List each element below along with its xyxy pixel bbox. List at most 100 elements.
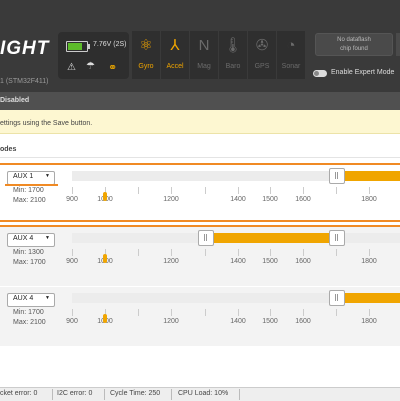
range-row: AUX 1▼Min: 1700Max: 21009001000120014001… xyxy=(0,163,400,222)
sensor-gps: ✇ GPS xyxy=(248,31,276,79)
battery-panel: 7.76V (2S) ⚠ ☂ ⚭ xyxy=(58,32,129,79)
scale-tick xyxy=(303,187,304,194)
scale-tick xyxy=(204,249,206,256)
range-max-handle[interactable] xyxy=(329,230,345,246)
scale-tick xyxy=(303,309,304,316)
range-scale: 900100012001400150016001800 xyxy=(0,187,400,217)
mag-icon: N xyxy=(198,37,210,54)
arming-status-text: Disabled xyxy=(0,97,30,104)
aux-channel-value: AUX 1 xyxy=(13,173,34,180)
sensor-sonar: ◔ Sonar xyxy=(277,31,305,79)
current-channel-marker xyxy=(103,314,107,323)
scale-tick xyxy=(336,249,337,256)
aux-channel-select[interactable]: AUX 4 ▼ xyxy=(7,233,55,247)
save-notice-text: ettings using the Save button. xyxy=(0,120,93,127)
current-channel-marker xyxy=(103,254,107,263)
scale-tick xyxy=(138,249,139,256)
scale-label: 1200 xyxy=(163,196,179,203)
sensor-gyro: ⚛ Gyro xyxy=(132,31,160,79)
scale-label: 1400 xyxy=(230,258,246,265)
scale-label: 1600 xyxy=(295,196,311,203)
scale-tick xyxy=(204,187,206,194)
i2c-error: I2C error: 0 xyxy=(57,390,93,397)
scale-tick xyxy=(303,249,304,256)
current-channel-marker xyxy=(103,192,107,201)
aux-channel-value: AUX 4 xyxy=(13,295,34,302)
packet-error: cket error: 0 xyxy=(0,390,38,397)
scale-label: 1200 xyxy=(163,258,179,265)
range-selection xyxy=(204,233,336,243)
range-min-handle[interactable] xyxy=(197,230,214,246)
range-slider-track[interactable] xyxy=(72,293,400,303)
battery-voltage: 7.76V (2S) xyxy=(93,41,127,48)
range-slider-track[interactable] xyxy=(72,233,400,243)
scale-tick xyxy=(369,187,370,194)
cycle-time: Cycle Time: 250 xyxy=(110,390,161,397)
range-scale: 900100012001400150016001800 xyxy=(0,249,400,279)
scale-tick xyxy=(204,309,206,316)
accel-icon: ⅄ xyxy=(170,37,180,54)
scale-label: 1800 xyxy=(361,318,377,325)
expert-mode-toggle[interactable] xyxy=(313,70,327,77)
scale-tick xyxy=(171,309,172,316)
range-scale: 900100012001400150016001800 xyxy=(0,309,400,339)
sensor-mag: N Mag xyxy=(190,31,218,79)
gyro-icon: ⚛ xyxy=(139,37,153,54)
scale-tick xyxy=(369,249,370,256)
scale-tick xyxy=(171,249,172,256)
sensor-baro: 🌡 Baro xyxy=(219,31,247,79)
scale-label: 1200 xyxy=(163,318,179,325)
scale-tick xyxy=(238,309,239,316)
scale-label: 1800 xyxy=(361,196,377,203)
scale-label: 900 xyxy=(66,196,78,203)
battery-level-fill xyxy=(68,43,83,50)
scale-label: 1400 xyxy=(230,318,246,325)
aux-channel-value: AUX 4 xyxy=(13,235,34,242)
scale-label: 1400 xyxy=(230,196,246,203)
status-footer: cket error: 0 I2C error: 0 Cycle Time: 2… xyxy=(0,387,400,401)
firmware-info: 1 (STM32F411) xyxy=(0,78,49,85)
scale-tick xyxy=(369,309,370,316)
dataflash-status: No dataflash chip found xyxy=(315,33,393,56)
baro-icon: 🌡 xyxy=(223,37,243,54)
scale-tick xyxy=(238,187,239,194)
range-min-handle[interactable] xyxy=(329,168,345,184)
aux-channel-select[interactable]: AUX 1 ▼ xyxy=(7,171,55,185)
scale-tick xyxy=(336,309,337,316)
scale-tick xyxy=(72,249,73,256)
sonar-icon: ◔ xyxy=(286,37,296,54)
scale-label: 1600 xyxy=(295,318,311,325)
link-icon: ⚭ xyxy=(108,62,118,74)
range-selection xyxy=(336,171,400,181)
aux-channel-select[interactable]: AUX 4 ▼ xyxy=(7,293,55,307)
scale-label: 1500 xyxy=(262,196,278,203)
section-title: odes xyxy=(0,146,17,153)
scale-tick xyxy=(138,309,139,316)
gps-icon: ✇ xyxy=(255,37,269,54)
scale-tick xyxy=(171,187,172,194)
scale-label: 1500 xyxy=(262,258,278,265)
range-row: AUX 4▼Min: 1300Max: 17009001000120014001… xyxy=(0,225,400,286)
range-slider-track[interactable] xyxy=(72,171,400,181)
scale-tick xyxy=(138,187,139,194)
scale-tick xyxy=(270,309,271,316)
scale-label: 900 xyxy=(66,318,78,325)
scale-label: 1500 xyxy=(262,318,278,325)
dropdown-arrow-icon: ▼ xyxy=(45,235,50,241)
scale-tick xyxy=(270,187,271,194)
range-selection xyxy=(336,293,400,303)
dropdown-arrow-icon: ▼ xyxy=(45,173,50,179)
warning-icon: ⚠ xyxy=(67,62,76,73)
scale-tick xyxy=(72,309,73,316)
scale-label: 1600 xyxy=(295,258,311,265)
arming-status-strip: Disabled xyxy=(0,92,400,110)
expert-mode-label: Enable Expert Mode xyxy=(331,69,395,76)
scale-tick xyxy=(270,249,271,256)
dropdown-arrow-icon: ▼ xyxy=(45,295,50,301)
scale-tick xyxy=(238,249,239,256)
range-row: AUX 4▼Min: 1700Max: 21009001000120014001… xyxy=(0,287,400,346)
range-min-handle[interactable] xyxy=(329,290,345,306)
app-logo: IGHT xyxy=(0,38,50,59)
cpu-load: CPU Load: 10% xyxy=(178,390,229,397)
parachute-icon: ☂ xyxy=(86,61,95,72)
